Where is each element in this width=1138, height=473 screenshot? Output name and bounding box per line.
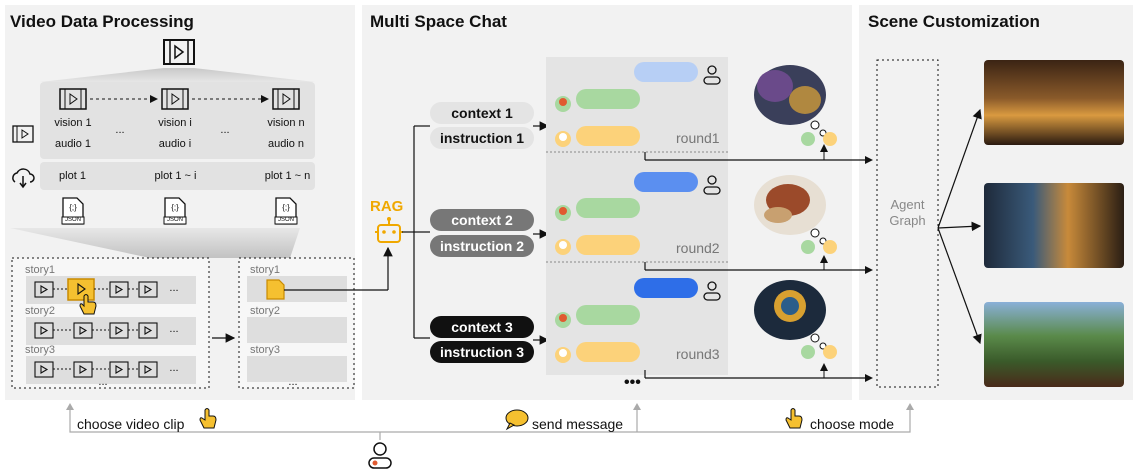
clip-audio-label: audio n (267, 138, 305, 150)
story-label: story3 (250, 344, 280, 356)
robot-icon (375, 217, 403, 243)
story-label: story2 (250, 305, 280, 317)
json-text: JSON (166, 217, 183, 223)
user-message-bubble (634, 172, 698, 192)
choose-mode-label[interactable]: choose mode (810, 416, 894, 432)
story-label: story2 (25, 305, 55, 317)
round-label: round3 (676, 346, 720, 362)
plot-label: plot 1 (59, 170, 86, 182)
video-clip-side-icon (12, 125, 34, 143)
rag-label: RAG (370, 198, 404, 215)
hand-click-icon (785, 408, 803, 429)
context-pill: context 3 (430, 316, 534, 338)
agent-message-bubble (576, 126, 640, 146)
clip-vision-label: vision i (158, 117, 192, 129)
story-label: story3 (25, 344, 55, 356)
story-label: story1 (25, 264, 55, 276)
agent-to-scene-arrows (937, 108, 982, 345)
selected-clip[interactable] (67, 278, 95, 301)
speech-bubble-icon (505, 409, 529, 431)
user-message-bubble (634, 278, 698, 298)
plot-label: plot 1 ~ i (154, 170, 197, 182)
scene-image-hall[interactable] (984, 60, 1124, 145)
instruction-pill: instruction 1 (430, 127, 534, 149)
send-message-label[interactable]: send message (532, 416, 623, 432)
story-more: ... (288, 376, 298, 388)
agent-message-bubble (576, 89, 640, 109)
choose-video-clip-label[interactable]: choose video clip (77, 416, 184, 432)
scene-image-workshop[interactable] (984, 183, 1124, 268)
expand-fan-bottom (10, 228, 300, 258)
agent-message-bubble (576, 235, 640, 255)
thought-cloud-2 (754, 175, 827, 245)
expand-fan-top (40, 68, 315, 82)
clip-ellipsis: ... (220, 124, 230, 136)
thought-cloud-1 (754, 65, 827, 137)
story-more: ... (98, 376, 108, 388)
bottom-flow (69, 405, 911, 440)
agent-graph-line2: Graph (889, 213, 926, 228)
agent-message-bubble (576, 305, 640, 325)
story-more: ... (169, 323, 179, 335)
clip-audio-label: audio i (158, 138, 192, 150)
context-pill: context 1 (430, 102, 534, 124)
clip-audio-label: audio 1 (54, 138, 92, 150)
clip-ellipsis: ... (115, 124, 125, 136)
user-message-bubble (634, 62, 698, 82)
json-text: JSON (64, 217, 81, 223)
thought-cloud-3 (754, 280, 827, 350)
agent-graph-label: Agent Graph (877, 197, 938, 229)
round-label: round1 (676, 130, 720, 146)
json-brace: {;} (171, 203, 179, 212)
plot-label: plot 1 ~ n (264, 170, 311, 182)
round-label: round2 (676, 240, 720, 256)
clip-vision-label: vision n (267, 117, 305, 129)
agent-message-bubble (576, 342, 640, 362)
story-more: ... (169, 362, 179, 374)
json-brace: {;} (69, 203, 77, 212)
story-more: ... (169, 282, 179, 294)
agent-graph-line1: Agent (890, 197, 925, 212)
diagram-canvas (10, 39, 982, 469)
instruction-pill: instruction 3 (430, 341, 534, 363)
json-text: JSON (277, 217, 294, 223)
instruction-pill: instruction 2 (430, 235, 534, 257)
rag-branches (402, 125, 430, 339)
agent-message-bubble (576, 198, 640, 218)
cloud-download-icon (12, 168, 35, 189)
selected-json-icon[interactable] (266, 279, 285, 300)
json-brace: {;} (282, 203, 290, 212)
hand-click-icon (199, 408, 217, 429)
more-rounds: ••• (624, 374, 641, 391)
story-label: story1 (250, 264, 280, 276)
context-pill: context 2 (430, 209, 534, 231)
user-icon (368, 442, 392, 469)
scene-image-garden[interactable] (984, 302, 1124, 387)
clip-vision-label: vision 1 (54, 117, 92, 129)
film-icon (163, 39, 195, 65)
